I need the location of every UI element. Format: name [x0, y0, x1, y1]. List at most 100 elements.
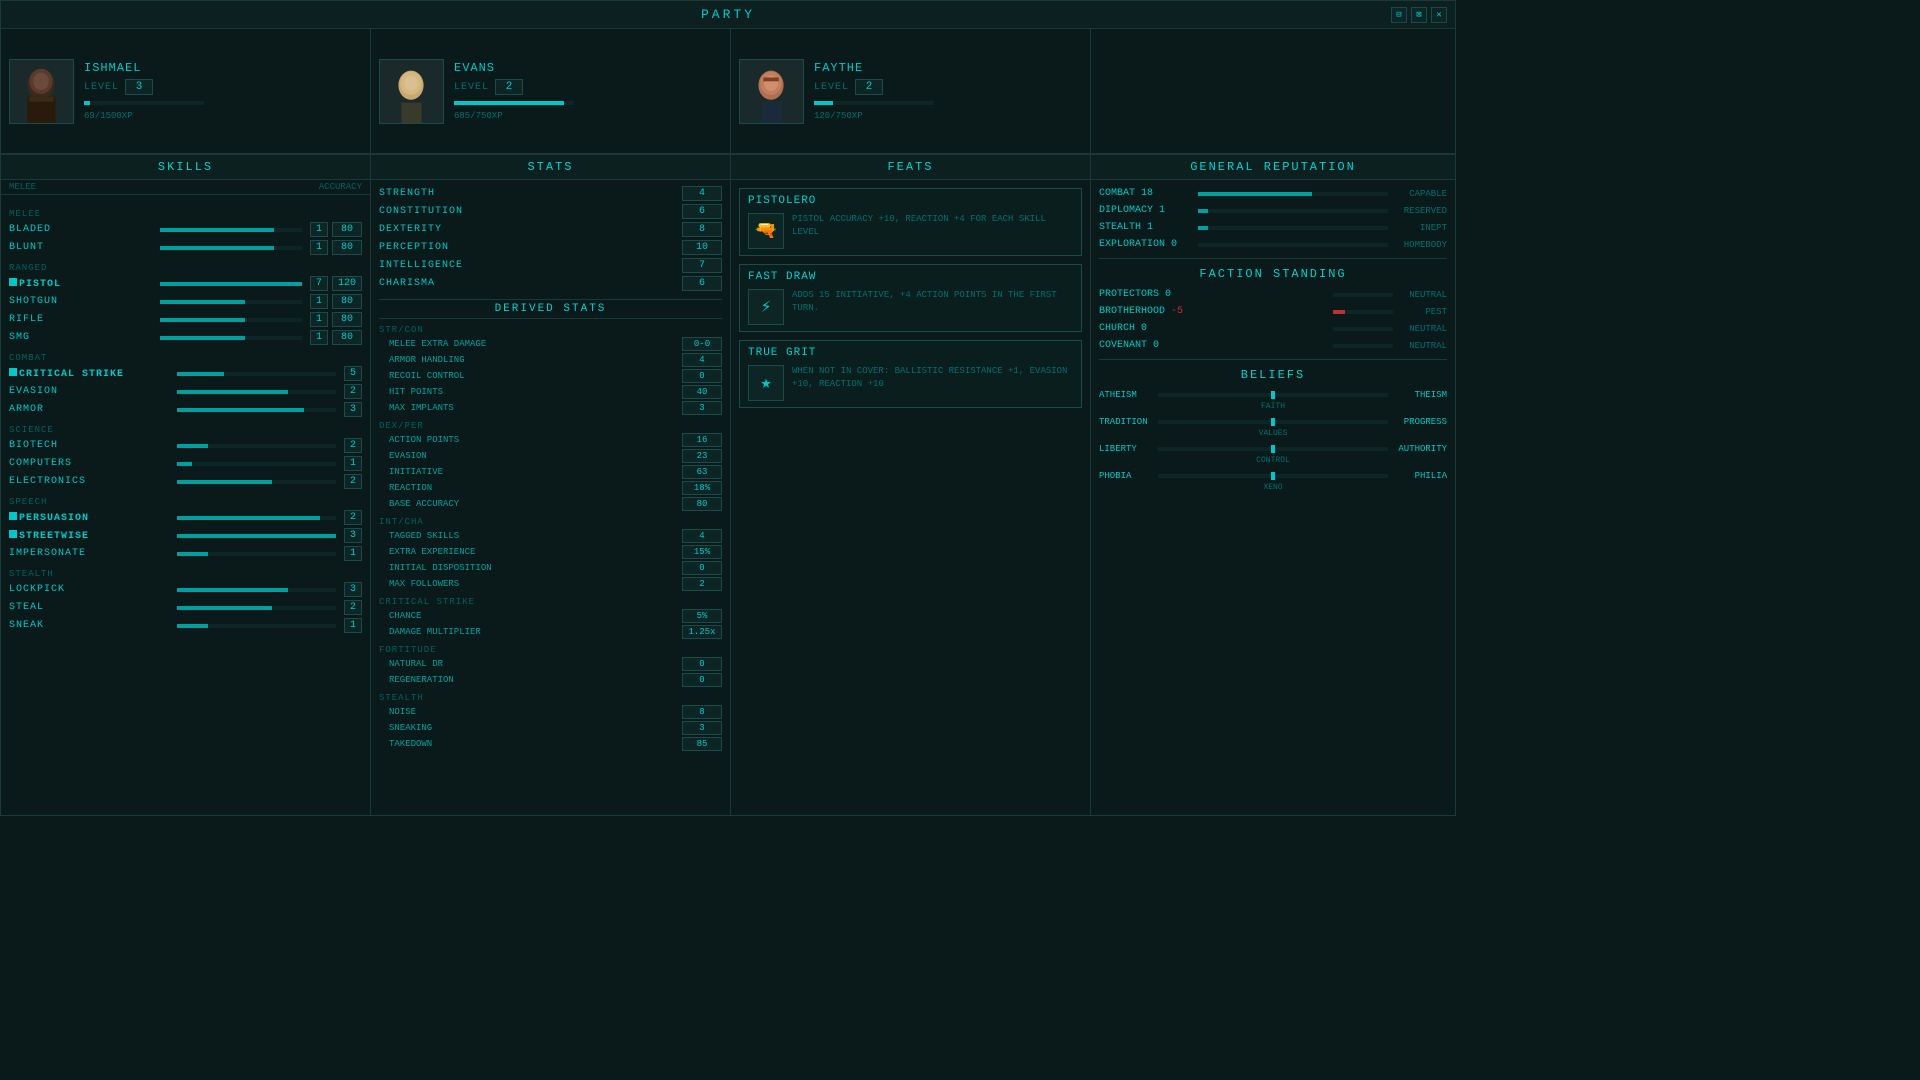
melee-col-label: MELEE	[9, 182, 36, 192]
derived-row: DAMAGE MULTIPLIER 1.25x	[379, 625, 722, 639]
derived-row: TAGGED SKILLS 4	[379, 529, 722, 543]
party-member-ishmael[interactable]: ISHMAEL LEVEL 3 69/1500XP	[1, 29, 371, 153]
party-member-evans[interactable]: EVANS LEVEL 2 685/750XP	[371, 29, 731, 153]
stat-row: CONSTITUTION 6	[379, 204, 722, 219]
skill-name: CRITICAL STRIKE	[9, 368, 169, 380]
belief-right: PHILIA	[1392, 471, 1447, 481]
accuracy-col-label: ACCURACY	[319, 182, 362, 192]
skill-bar-container	[160, 246, 303, 250]
derived-name: SNEAKING	[389, 723, 682, 733]
skill-bar-container	[177, 372, 337, 376]
derived-value: 40	[682, 385, 722, 399]
skill-row: RIFLE 1 80	[9, 312, 362, 327]
title-bar: PARTY ⊟ ⊠ ✕	[1, 1, 1455, 29]
derived-row: HIT POINTS 40	[379, 385, 722, 399]
skill-level: 3	[344, 528, 362, 543]
skill-row: EVASION 2	[9, 384, 362, 399]
derived-name: HIT POINTS	[389, 387, 682, 397]
tag-icon	[9, 278, 17, 286]
level-value-evans: 2	[495, 79, 523, 95]
xp-text-ishmael: 69/1500XP	[84, 111, 204, 121]
derived-row: CHANCE 5%	[379, 609, 722, 623]
belief-row-1: TRADITION PROGRESS	[1099, 417, 1447, 427]
stats-column: STATS STRENGTH 4 CONSTITUTION 6 DEXTERIT…	[371, 154, 731, 815]
skill-bar-container	[177, 534, 337, 538]
skill-row: STREETWISE 3	[9, 528, 362, 543]
minimize-button[interactable]: ⊟	[1391, 7, 1407, 23]
xp-bar-ishmael	[84, 101, 204, 105]
rep-name: DIPLOMACY 1	[1099, 205, 1194, 216]
faction-label: PEST	[1397, 307, 1447, 317]
skill-name: PISTOL	[9, 278, 152, 290]
belief-bar-container	[1158, 447, 1388, 451]
rep-name: COMBAT 18	[1099, 188, 1194, 199]
xp-bar-faythe	[814, 101, 934, 105]
skill-name: LOCKPICK	[9, 584, 169, 595]
belief-marker	[1271, 418, 1275, 426]
beliefs-title: BELIEFS	[1099, 368, 1447, 382]
belief-row-3: PHOBIA PHILIA	[1099, 471, 1447, 481]
skill-value: 80	[332, 240, 362, 255]
feat-body: ★ WHEN NOT IN COVER: BALLISTIC RESISTANC…	[748, 365, 1073, 401]
rep-section-header: GENERAL REPUTATION	[1091, 154, 1455, 180]
skill-value: 120	[332, 276, 362, 291]
derived-row: NOISE 8	[379, 705, 722, 719]
derived-row: INITIAL DISPOSITION 0	[379, 561, 722, 575]
skill-name: SHOTGUN	[9, 296, 152, 307]
skill-name: SNEAK	[9, 620, 169, 631]
derived-group-header-0: STR/CON	[379, 325, 722, 335]
derived-name: MAX IMPLANTS	[389, 403, 682, 413]
rep-name: STEALTH 1	[1099, 222, 1194, 233]
skill-level: 2	[344, 510, 362, 525]
window-controls: ⊟ ⊠ ✕	[1391, 7, 1447, 23]
skill-name: ARMOR	[9, 404, 169, 415]
skill-bar-container	[160, 336, 303, 340]
rep-label: INEPT	[1392, 223, 1447, 233]
feat-desc: ADDS 15 INITIATIVE, +4 ACTION POINTS IN …	[792, 289, 1073, 314]
skill-category-5: STEALTH	[9, 569, 362, 579]
close-button[interactable]: ✕	[1431, 7, 1447, 23]
stat-row: PERCEPTION 10	[379, 240, 722, 255]
derived-value: 0	[682, 369, 722, 383]
derived-value: 80	[682, 497, 722, 511]
derived-row: MELEE EXTRA DAMAGE 0-0	[379, 337, 722, 351]
feat-icon: 🔫	[748, 213, 784, 249]
rep-bar	[1198, 226, 1208, 230]
derived-row: INITIATIVE 63	[379, 465, 722, 479]
belief-row-0: ATHEISM THEISM	[1099, 390, 1447, 400]
skill-bar-container	[177, 408, 337, 412]
party-member-faythe[interactable]: FAYTHE LEVEL 2 120/750XP	[731, 29, 1091, 153]
skill-bar	[177, 516, 321, 520]
derived-value: 23	[682, 449, 722, 463]
derived-value: 0	[682, 561, 722, 575]
skill-bar-container	[177, 516, 337, 520]
rep-label: RESERVED	[1392, 206, 1447, 216]
derived-row: BASE ACCURACY 80	[379, 497, 722, 511]
derived-row: TAKEDOWN 85	[379, 737, 722, 751]
stat-name: STRENGTH	[379, 188, 682, 199]
derived-row: ACTION POINTS 16	[379, 433, 722, 447]
skill-bar	[177, 462, 193, 466]
faction-bar-container	[1333, 344, 1393, 348]
skill-bar	[160, 228, 274, 232]
belief-left: PHOBIA	[1099, 471, 1154, 481]
stat-name: INTELLIGENCE	[379, 260, 682, 271]
faction-label: NEUTRAL	[1397, 324, 1447, 334]
derived-value: 3	[682, 401, 722, 415]
derived-value: 2	[682, 577, 722, 591]
rep-bar-container	[1198, 209, 1388, 213]
feat-title: PISTOLERO	[748, 195, 1073, 207]
member-info-ishmael: ISHMAEL LEVEL 3 69/1500XP	[84, 61, 204, 121]
maximize-button[interactable]: ⊠	[1411, 7, 1427, 23]
derived-name: REGENERATION	[389, 675, 682, 685]
skill-name: RIFLE	[9, 314, 152, 325]
rep-label: CAPABLE	[1392, 189, 1447, 199]
derived-row: EVASION 23	[379, 449, 722, 463]
derived-name: EVASION	[389, 451, 682, 461]
derived-name: INITIATIVE	[389, 467, 682, 477]
skill-row: STEAL 2	[9, 600, 362, 615]
skill-bar-container	[160, 318, 303, 322]
skill-level: 1	[310, 240, 328, 255]
feat-card-1: FAST DRAW ⚡ ADDS 15 INITIATIVE, +4 ACTIO…	[739, 264, 1082, 332]
skill-row: LOCKPICK 3	[9, 582, 362, 597]
